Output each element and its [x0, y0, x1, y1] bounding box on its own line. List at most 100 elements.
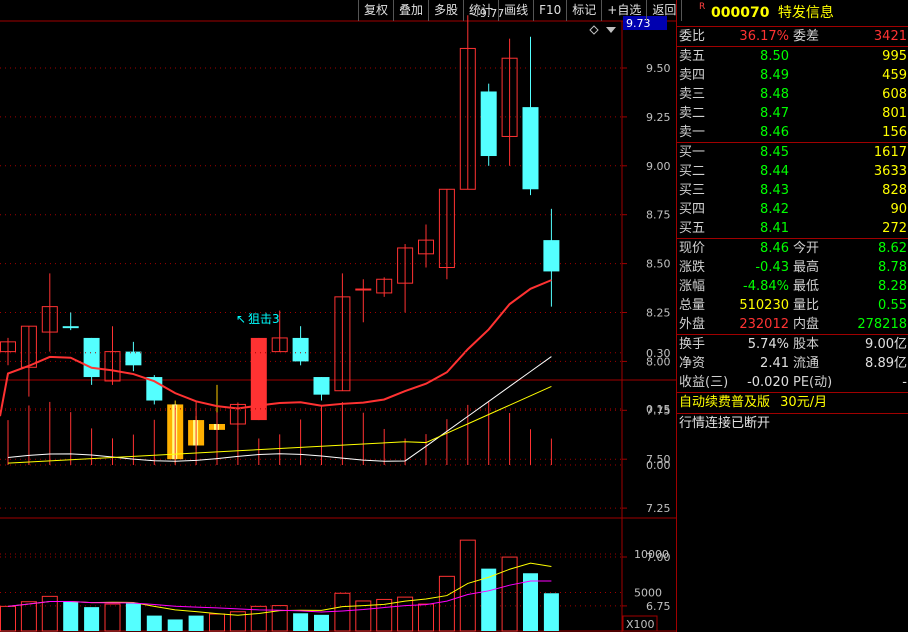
quote-row: 外盘 232012 内盘 278218: [677, 315, 908, 334]
quote-value-2: 278218: [857, 317, 907, 332]
quote-value-2: 8.78: [878, 260, 907, 275]
ask-volume: 156: [882, 125, 907, 140]
quote-row: 总量 510230 量比 0.55: [677, 296, 908, 315]
candle-body: [355, 288, 372, 291]
volume-bar: [459, 539, 476, 632]
ask-row-1: 卖五 8.50 995: [677, 47, 908, 66]
price-tick-label: 9.00: [646, 160, 671, 173]
ask-price: 8.48: [760, 87, 789, 102]
volume-tick-label: 10000: [634, 548, 669, 561]
ask-label: 卖二: [679, 106, 706, 121]
ask-label: 卖四: [679, 68, 706, 83]
toolbar-fuquan-button[interactable]: 复权: [358, 0, 393, 21]
ask-book: 卖五 8.50 995 卖四 8.49 459 卖三 8.48 608 卖二 8.47 801 卖一 8.…: [677, 46, 908, 142]
volume-bar: [0, 605, 16, 632]
kline-chart-area[interactable]: 9.50 9.25 9.00 8.75 8.50 8.25 8.00 7.75 7.50 7.25…: [0, 0, 683, 632]
candle-body: [125, 351, 142, 366]
bid-row-5: 买五 8.41 272: [677, 219, 908, 238]
bid-label: 买二: [679, 164, 706, 179]
volume-bar: [167, 619, 183, 631]
fin-row: 换手 5.74% 股本 9.00亿: [677, 335, 908, 354]
weicha-value: 3421: [873, 29, 907, 44]
ask-price: 8.50: [760, 49, 789, 64]
quote-label-2: 今开: [793, 241, 820, 256]
toolbar-draw-line-button[interactable]: 画线: [498, 0, 533, 21]
quote-label: 外盘: [679, 317, 706, 332]
fin-value-2: -: [902, 375, 907, 390]
fin-value: -0.020: [747, 375, 789, 390]
quote-value: 8.46: [760, 241, 789, 256]
toolbar-stats-button[interactable]: 统计: [463, 0, 498, 21]
fin-label: 收益(三): [679, 375, 729, 390]
bid-price: 8.41: [760, 221, 789, 236]
volume-bar: [314, 614, 329, 631]
quote-panel: R 000070 特发信息 委比 36.17% 委差 3421 卖五 8.50 99…: [676, 0, 908, 632]
fin-label-2: 流通: [793, 356, 820, 371]
toolbar-f10-button[interactable]: F10: [533, 0, 566, 21]
kline-chart[interactable]: 9.509.259.008.758.508.258.007.757.507.25…: [0, 0, 676, 632]
quote-label-2: 内盘: [793, 317, 820, 332]
stock-name: 特发信息: [777, 5, 834, 21]
price-tick-label: 9.25: [646, 111, 671, 124]
macd-tick-label: 0.15: [646, 403, 671, 416]
connection-status: 行情连接已断开: [677, 413, 908, 434]
macd-tick-label: 0.30: [646, 347, 671, 360]
bid-label: 买五: [679, 221, 706, 236]
ask-price: 8.47: [760, 106, 789, 121]
ask-label: 卖三: [679, 87, 706, 102]
volume-bar: [293, 613, 309, 631]
candle-body: [522, 107, 539, 190]
weicha-label: 委差: [793, 29, 820, 44]
bid-row-4: 买四 8.42 90: [677, 200, 908, 219]
bid-price: 8.45: [760, 145, 789, 160]
weibi-value: 36.17%: [739, 29, 789, 44]
volume-bar: [334, 592, 351, 632]
quote-value: 510230: [739, 298, 789, 313]
quote-value-2: 0.55: [878, 298, 907, 313]
fin-label: 换手: [679, 337, 706, 352]
toolbar-overlay-button[interactable]: 叠加: [393, 0, 428, 21]
toolbar-add-watchlist-button[interactable]: +自选: [601, 0, 646, 21]
candle-body: [83, 337, 100, 378]
quote-value: -0.43: [755, 260, 789, 275]
subscription-ad[interactable]: 自动续费普及版 30元/月: [677, 392, 908, 413]
bid-volume: 272: [882, 221, 907, 236]
volume-bar: [146, 615, 162, 631]
bid-volume: 828: [882, 183, 907, 198]
weibi-label: 委比: [679, 29, 706, 44]
bid-book: 买一 8.45 1617 买二 8.44 3633 买三 8.43 828 买四 8.42 90 买五 8…: [677, 142, 908, 238]
fin-label-2: PE(动): [793, 375, 833, 390]
fin-value: 5.74%: [747, 337, 789, 352]
candle-body: [292, 337, 309, 362]
quote-row: 现价 8.46 今开 8.62: [677, 239, 908, 258]
volume-bar: [481, 568, 497, 631]
bid-row-3: 买三 8.43 828: [677, 181, 908, 200]
fin-value: 2.41: [760, 356, 789, 371]
bid-price: 8.42: [760, 202, 789, 217]
volume-bar: [125, 603, 141, 631]
bid-label: 买一: [679, 145, 706, 160]
moving-average-line: [0, 279, 552, 417]
quote-row: 涨幅 -4.84% 最低 8.28: [677, 277, 908, 296]
ask-volume: 801: [882, 106, 907, 121]
volume-bar: [543, 593, 559, 631]
fin-row: 净资 2.41 流通 8.89亿: [677, 354, 908, 373]
stock-flag: R: [699, 2, 706, 12]
price-tick-label: 7.25: [646, 502, 671, 515]
toolbar-multi-stock-button[interactable]: 多股: [428, 0, 463, 21]
ask-label: 卖一: [679, 125, 706, 140]
quote-stats: 现价 8.46 今开 8.62 涨跌 -0.43 最高 8.78 涨幅 -4.84% 最低 8.28 总…: [677, 238, 908, 334]
volume-bar: [418, 603, 434, 632]
ask-volume: 608: [882, 87, 907, 102]
fin-label: 净资: [679, 356, 706, 371]
fin-label-2: 股本: [793, 337, 820, 352]
ask-label: 卖五: [679, 49, 706, 64]
price-tick-label: 9.50: [646, 62, 671, 75]
candle-body: [480, 91, 497, 157]
ask-price: 8.46: [760, 125, 789, 140]
quote-label-2: 量比: [793, 298, 820, 313]
toolbar-mark-button[interactable]: 标记: [566, 0, 601, 21]
macd-tick-label: 0.00: [646, 459, 671, 472]
price-tick-label: 8.50: [646, 258, 671, 271]
bid-volume: 90: [890, 202, 907, 217]
